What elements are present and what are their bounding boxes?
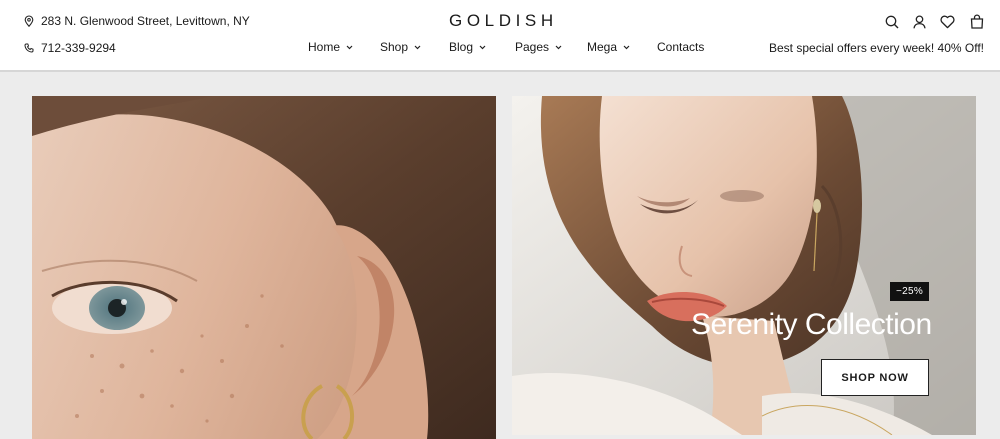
- model-closeup-photo: [32, 96, 496, 439]
- nav-item-shop[interactable]: Shop: [380, 40, 421, 54]
- chevron-down-icon: [623, 45, 630, 50]
- discount-badge: −25%: [890, 282, 929, 301]
- nav-item-mega[interactable]: Mega: [587, 40, 630, 54]
- search-icon[interactable]: [885, 15, 899, 34]
- site-header: 283 N. Glenwood Street, Levittown, NY 71…: [0, 0, 1000, 72]
- collection-title: Serenity Collection: [691, 308, 932, 341]
- account-icon[interactable]: [913, 15, 926, 34]
- shop-now-button[interactable]: SHOP NOW: [821, 359, 929, 396]
- chevron-down-icon: [555, 45, 562, 50]
- store-address: 283 N. Glenwood Street, Levittown, NY: [24, 14, 250, 28]
- chevron-down-icon: [479, 45, 486, 50]
- location-pin-icon: [24, 15, 34, 27]
- wishlist-icon[interactable]: [940, 15, 955, 34]
- nav-item-blog[interactable]: Blog: [449, 40, 486, 54]
- address-text: 283 N. Glenwood Street, Levittown, NY: [41, 14, 250, 28]
- nav-item-home[interactable]: Home: [308, 40, 353, 54]
- nav-item-pages[interactable]: Pages: [515, 40, 562, 54]
- promo-text: Best special offers every week! 40% Off!: [769, 41, 984, 55]
- chevron-down-icon: [346, 45, 353, 50]
- site-logo[interactable]: GOLDISH: [449, 11, 558, 31]
- cart-icon[interactable]: [970, 14, 984, 34]
- hero-image-left[interactable]: [32, 96, 496, 439]
- chevron-down-icon: [414, 45, 421, 50]
- nav-item-contacts[interactable]: Contacts: [657, 40, 704, 54]
